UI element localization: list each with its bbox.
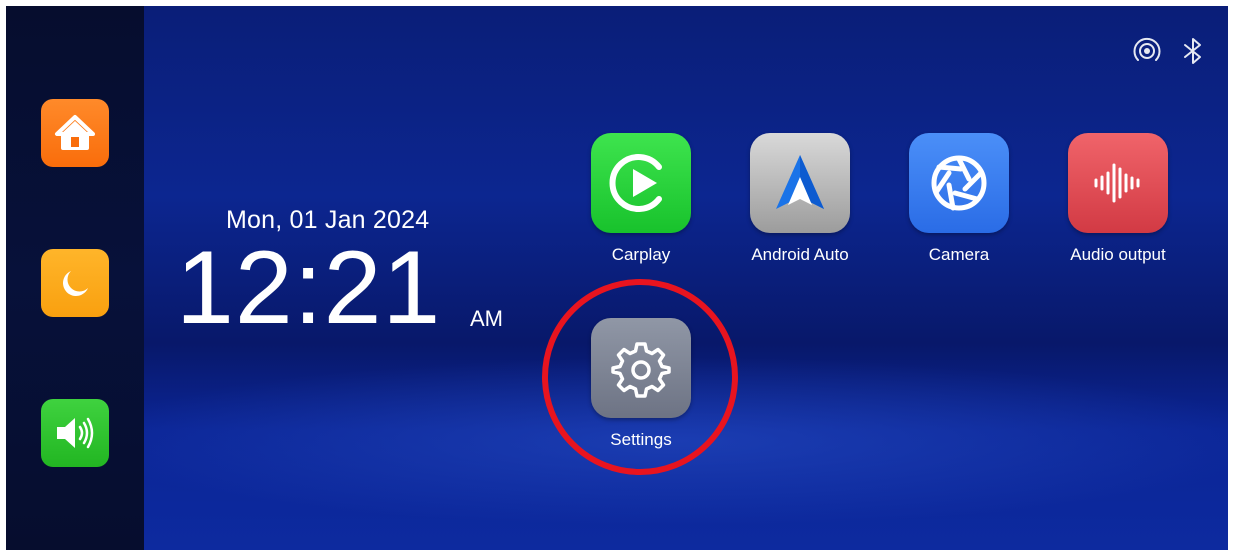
- night-mode-button[interactable]: [41, 249, 109, 317]
- app-carplay[interactable]: Carplay: [561, 133, 721, 265]
- app-label-carplay: Carplay: [611, 245, 671, 264]
- bluetooth-icon: [1178, 36, 1208, 66]
- app-label-android-auto: Android Auto: [751, 245, 849, 264]
- app-android-auto[interactable]: Android Auto: [720, 133, 880, 265]
- speaker-icon: [57, 417, 94, 449]
- app-camera[interactable]: Camera: [879, 133, 1039, 265]
- head-unit-screen: Mon, 01 Jan 2024 12:21 AM Carplay Androi…: [6, 6, 1228, 550]
- gear-icon: [611, 342, 671, 398]
- camera-tile: [909, 133, 1009, 233]
- sidebar: [6, 6, 144, 550]
- moon-icon: [63, 271, 88, 296]
- android-auto-icon: [776, 155, 824, 209]
- app-label-settings: Settings: [610, 430, 672, 449]
- carplay-play-icon: [609, 154, 662, 212]
- settings-tile: [591, 318, 691, 418]
- home-button[interactable]: [41, 99, 109, 167]
- android-auto-tile: [750, 133, 850, 233]
- status-bar: [1132, 36, 1208, 66]
- app-label-audio-output: Audio output: [1070, 245, 1166, 264]
- home-icon: [55, 115, 95, 150]
- app-label-camera: Camera: [928, 245, 990, 264]
- time-display: 12:21: [176, 230, 442, 346]
- camera-shutter-icon: [931, 155, 987, 211]
- carplay-tile: [591, 133, 691, 233]
- app-settings[interactable]: Settings: [561, 318, 721, 450]
- sound-wave-icon: [1094, 163, 1140, 203]
- am-pm-label: AM: [470, 306, 503, 331]
- wireless-signal-icon: [1132, 36, 1162, 66]
- sound-button[interactable]: [41, 399, 109, 467]
- audio-output-tile: [1068, 133, 1168, 233]
- app-audio-output[interactable]: Audio output: [1038, 133, 1198, 265]
